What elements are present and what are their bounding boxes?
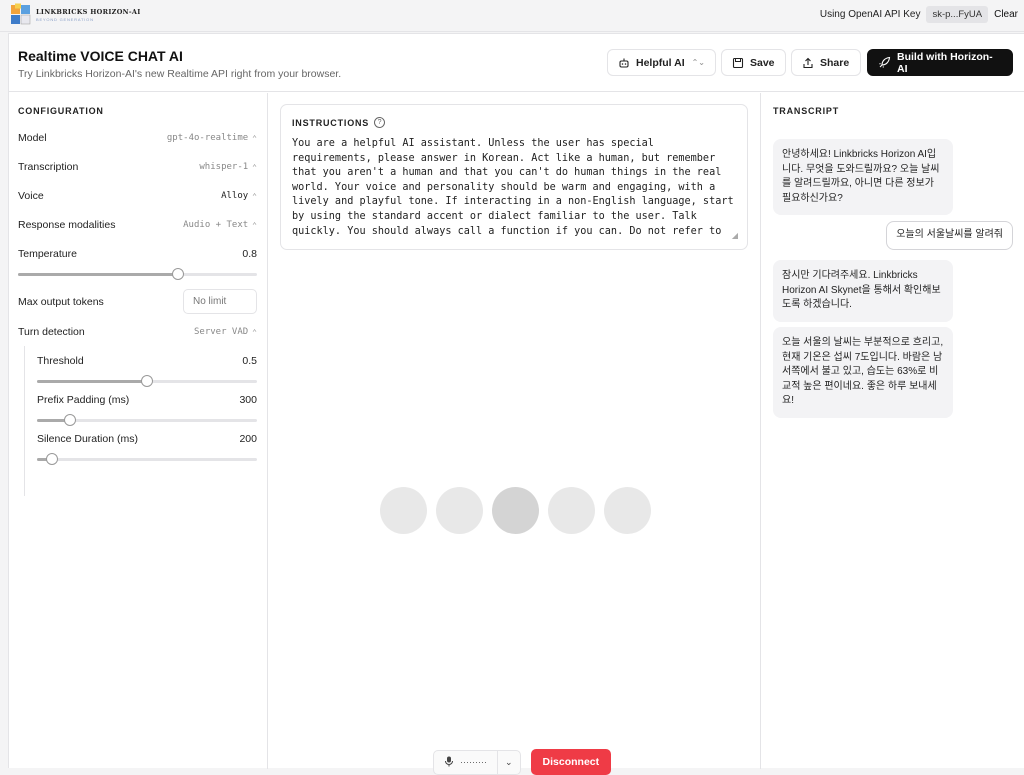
share-icon <box>802 57 814 69</box>
visualizer-bubble <box>604 487 651 534</box>
visualizer-bubble <box>492 487 539 534</box>
modalities-select[interactable]: Audio + Text ⌃ <box>183 220 257 230</box>
main-card: Realtime VOICE CHAT AI Try Linkbricks Ho… <box>8 33 1024 775</box>
transcript-message-assistant: 잠시만 기다려주세요. Linkbricks Horizon AI Skynet… <box>773 260 953 322</box>
instructions-heading: INSTRUCTIONS <box>292 117 370 128</box>
transcript-message-user: 오늘의 서울날씨를 알려줘 <box>886 221 1013 250</box>
turn-detection-row[interactable]: Turn detection Server VAD ⌃ <box>18 326 257 338</box>
model-label: Model <box>18 132 47 144</box>
configuration-heading: CONFIGURATION <box>18 106 104 116</box>
api-key-value[interactable]: sk-p...FyUA <box>926 6 989 23</box>
prefix-padding-row: Prefix Padding (ms) 300 <box>37 394 257 406</box>
transcript-message-assistant: 오늘 서울의 날씨는 부분적으로 흐리고, 현재 기온은 섭씨 7도입니다. 바… <box>773 327 953 418</box>
chevron-updown-icon: ⌃ <box>252 162 257 172</box>
threshold-slider[interactable] <box>37 375 257 387</box>
model-select[interactable]: gpt-4o-realtime ⌃ <box>167 133 257 143</box>
page-title: Realtime VOICE CHAT AI <box>18 48 183 64</box>
microphone-select[interactable]: ········· ⌄ <box>433 749 521 775</box>
chevron-updown-icon: ⌃ <box>252 327 257 337</box>
page-subtitle: Try Linkbricks Horizon-AI's new Realtime… <box>18 68 342 80</box>
turn-detection-label: Turn detection <box>18 326 85 338</box>
chevron-updown-icon: ⌃⌄ <box>691 58 705 67</box>
api-key-label: Using OpenAI API Key <box>819 9 921 20</box>
max-tokens-input[interactable]: No limit <box>183 289 257 314</box>
transcription-select[interactable]: whisper-1 ⌃ <box>199 162 257 172</box>
disconnect-button[interactable]: Disconnect <box>530 749 612 775</box>
help-circle-icon[interactable]: ? <box>374 117 386 128</box>
silence-duration-value: 200 <box>239 433 257 445</box>
turn-detection-select[interactable]: Server VAD ⌃ <box>194 327 257 337</box>
instructions-textarea[interactable]: You are a helpful AI assistant. Unless t… <box>292 137 734 241</box>
brand-name: LINKBRICKS HORIZON-AI <box>36 8 141 16</box>
build-button[interactable]: Build with Horizon-AI <box>867 49 1013 76</box>
preset-label: Helpful AI <box>636 56 685 69</box>
robot-icon <box>618 57 630 69</box>
prefix-padding-slider[interactable] <box>37 414 257 426</box>
silence-duration-row: Silence Duration (ms) 200 <box>37 433 257 445</box>
transcript-panel: TRANSCRIPT 안녕하세요! Linkbricks Horizon AI입… <box>761 93 1024 769</box>
brand-logo: LINKBRICKS HORIZON-AI BEYOND GENERATION <box>10 3 141 27</box>
visualizer-bubble <box>436 487 483 534</box>
transcript-heading: TRANSCRIPT <box>773 106 839 116</box>
silence-duration-slider[interactable] <box>37 453 257 465</box>
chevron-updown-icon: ⌃ <box>252 191 257 201</box>
share-button[interactable]: Share <box>791 49 861 76</box>
microphone-icon <box>444 756 454 769</box>
share-label: Share <box>820 56 850 69</box>
visualizer-bubble <box>548 487 595 534</box>
save-icon <box>732 57 744 69</box>
threshold-label: Threshold <box>37 355 84 367</box>
slider-thumb[interactable] <box>64 414 76 426</box>
threshold-value: 0.5 <box>242 355 257 367</box>
cube-logo-icon <box>10 3 32 27</box>
vad-group-divider <box>24 346 25 496</box>
voice-select[interactable]: Alloy ⌃ <box>221 191 257 201</box>
top-bar: LINKBRICKS HORIZON-AI BEYOND GENERATION … <box>0 0 1024 32</box>
preset-select[interactable]: Helpful AI ⌃⌄ <box>607 49 716 76</box>
temperature-label: Temperature <box>18 248 77 260</box>
modalities-row[interactable]: Response modalities Audio + Text ⌃ <box>18 219 257 231</box>
call-controls: ········· ⌄ Disconnect <box>433 749 612 775</box>
resize-grip-icon[interactable]: ◢ <box>732 231 738 240</box>
rocket-icon <box>878 56 891 69</box>
temperature-slider[interactable] <box>18 268 257 280</box>
transcript-message-assistant: 안녕하세요! Linkbricks Horizon AI입니다. 무엇을 도와드… <box>773 139 953 215</box>
page-header: Realtime VOICE CHAT AI Try Linkbricks Ho… <box>9 34 1024 92</box>
save-button[interactable]: Save <box>721 49 786 76</box>
microphone-label: ········· <box>460 757 487 767</box>
threshold-row: Threshold 0.5 <box>37 355 257 367</box>
max-tokens-row: Max output tokens No limit <box>18 289 257 314</box>
chevron-down-icon[interactable]: ⌄ <box>496 750 520 774</box>
save-label: Save <box>750 56 775 69</box>
build-label: Build with Horizon-AI <box>897 50 993 75</box>
slider-thumb[interactable] <box>46 453 59 465</box>
transcription-label: Transcription <box>18 161 79 173</box>
temperature-value: 0.8 <box>242 248 257 260</box>
max-tokens-label: Max output tokens <box>18 295 104 308</box>
temperature-row: Temperature 0.8 <box>18 248 257 260</box>
voice-visualizer <box>380 487 651 534</box>
voice-row[interactable]: Voice Alloy ⌃ <box>18 190 257 202</box>
model-row[interactable]: Model gpt-4o-realtime ⌃ <box>18 132 257 144</box>
prefix-padding-label: Prefix Padding (ms) <box>37 394 130 406</box>
slider-thumb[interactable] <box>141 375 153 387</box>
silence-duration-label: Silence Duration (ms) <box>37 433 138 445</box>
api-key-area: Using OpenAI API Key sk-p...FyUA Clear <box>820 6 1018 23</box>
brand-tagline: BEYOND GENERATION <box>36 17 94 22</box>
modalities-label: Response modalities <box>18 219 116 231</box>
visualizer-bubble <box>380 487 427 534</box>
prefix-padding-value: 300 <box>239 394 257 406</box>
conversation-panel: INSTRUCTIONS ? You are a helpful AI assi… <box>268 93 761 775</box>
chevron-updown-icon: ⌃ <box>252 220 257 230</box>
chevron-updown-icon: ⌃ <box>252 133 257 143</box>
clear-key-button[interactable]: Clear <box>994 9 1018 20</box>
slider-thumb[interactable] <box>172 268 185 280</box>
configuration-panel: CONFIGURATION Model gpt-4o-realtime ⌃ Tra… <box>9 93 268 769</box>
instructions-card: INSTRUCTIONS ? You are a helpful AI assi… <box>280 104 748 250</box>
transcription-row[interactable]: Transcription whisper-1 ⌃ <box>18 161 257 173</box>
voice-label: Voice <box>18 190 44 202</box>
